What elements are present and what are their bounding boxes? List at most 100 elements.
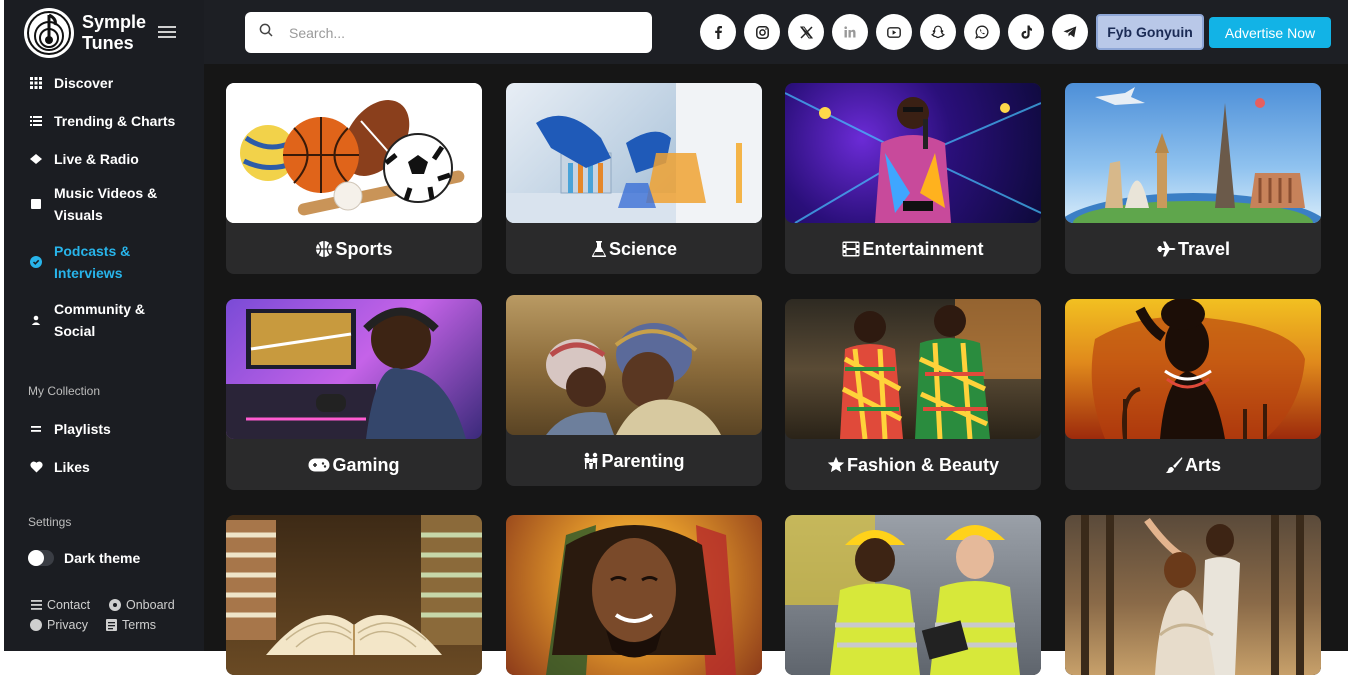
grid-icon bbox=[28, 75, 44, 91]
settings-title: Settings bbox=[28, 515, 72, 529]
brand-name-line1: Symple bbox=[82, 12, 147, 32]
privacy-link[interactable]: Privacy bbox=[30, 618, 88, 632]
brand-name-line2: Tunes bbox=[82, 33, 134, 53]
video-icon bbox=[28, 196, 44, 212]
star-icon bbox=[827, 456, 845, 474]
list-icon bbox=[28, 113, 44, 129]
category-card-entertainment[interactable]: Entertainment bbox=[785, 83, 1041, 274]
category-label: Parenting bbox=[601, 450, 685, 471]
tiktok-icon[interactable] bbox=[1008, 14, 1044, 50]
category-image bbox=[1065, 299, 1321, 439]
logo-icon bbox=[24, 8, 74, 58]
category-card-parenting[interactable]: Parenting bbox=[506, 295, 762, 486]
nav-label: Likes bbox=[54, 459, 90, 475]
category-title: Fashion & Beauty bbox=[785, 446, 1041, 484]
onboard-label: Onboard bbox=[126, 598, 175, 612]
document-icon bbox=[105, 619, 117, 631]
category-image bbox=[785, 83, 1041, 223]
category-label: Gaming bbox=[332, 454, 400, 475]
user-button[interactable]: Fyb Gonyuin bbox=[1096, 14, 1204, 50]
main-nav: Discover Trending & Charts Live & Radio … bbox=[4, 66, 204, 342]
menu-toggle-icon[interactable] bbox=[158, 26, 176, 38]
category-label: Fashion & Beauty bbox=[846, 454, 1000, 475]
whatsapp-icon[interactable] bbox=[964, 14, 1000, 50]
nav-label: Discover bbox=[54, 75, 114, 91]
category-title: Sports bbox=[226, 230, 482, 268]
contact-label: Contact bbox=[47, 598, 91, 612]
category-card-science[interactable]: Science bbox=[506, 83, 762, 274]
nav-item-live-radio[interactable]: Live & Radio bbox=[4, 142, 204, 176]
linkedin-icon[interactable] bbox=[832, 14, 868, 50]
disc-icon bbox=[109, 599, 121, 611]
privacy-label: Privacy bbox=[47, 618, 88, 632]
nav-label: Trending & Charts bbox=[54, 113, 176, 129]
nav-item-podcasts[interactable]: Podcasts & Interviews bbox=[4, 240, 204, 284]
menu-lines-icon bbox=[30, 599, 42, 611]
youtube-icon[interactable] bbox=[876, 14, 912, 50]
category-title: Entertainment bbox=[785, 230, 1041, 268]
search-box bbox=[245, 12, 652, 53]
category-label: Arts bbox=[1184, 454, 1221, 475]
advertise-button[interactable]: Advertise Now bbox=[1209, 17, 1331, 48]
category-image bbox=[506, 83, 762, 223]
category-label: Sports bbox=[335, 238, 393, 259]
category-label: Travel bbox=[1177, 238, 1231, 259]
social-links bbox=[700, 14, 1096, 50]
category-image bbox=[506, 515, 762, 675]
category-title: Science bbox=[506, 230, 762, 268]
top-header: Fyb Gonyuin Advertise Now bbox=[204, 0, 1348, 64]
category-card-sports[interactable]: Sports bbox=[226, 83, 482, 274]
circle-icon bbox=[30, 619, 42, 631]
category-card-romance[interactable] bbox=[1065, 515, 1321, 675]
category-card-fashion-beauty[interactable]: Fashion & Beauty bbox=[785, 299, 1041, 490]
my-collection-title: My Collection bbox=[28, 384, 101, 398]
category-card-careers[interactable] bbox=[785, 515, 1041, 675]
terms-link[interactable]: Terms bbox=[105, 618, 156, 632]
category-image bbox=[1065, 515, 1321, 675]
category-title: Arts bbox=[1065, 446, 1321, 484]
instagram-icon[interactable] bbox=[744, 14, 780, 50]
category-card-travel[interactable]: Travel bbox=[1065, 83, 1321, 274]
nav-label: Podcasts & Interviews bbox=[54, 243, 131, 281]
contact-link[interactable]: Contact bbox=[30, 598, 90, 612]
search-input[interactable] bbox=[289, 24, 619, 41]
film-icon bbox=[842, 241, 860, 257]
dark-theme-row: Dark theme bbox=[28, 550, 140, 566]
heart-icon bbox=[28, 459, 44, 475]
category-title: Parenting bbox=[506, 442, 762, 480]
nav-item-music-videos[interactable]: Music Videos & Visuals bbox=[4, 182, 204, 226]
user-icon bbox=[28, 312, 44, 328]
nav-item-trending[interactable]: Trending & Charts bbox=[4, 104, 204, 138]
nav-item-discover[interactable]: Discover bbox=[4, 66, 204, 100]
family-icon bbox=[583, 452, 599, 470]
category-card-arts[interactable]: Arts bbox=[1065, 299, 1321, 490]
podcast-icon bbox=[28, 254, 44, 270]
category-image bbox=[785, 299, 1041, 439]
snapchat-icon[interactable] bbox=[920, 14, 956, 50]
category-card-gaming[interactable]: Gaming bbox=[226, 299, 482, 490]
search-icon bbox=[259, 23, 273, 42]
brush-icon bbox=[1165, 456, 1183, 474]
category-label: Science bbox=[608, 238, 678, 259]
nav-label: Live & Radio bbox=[54, 151, 139, 167]
dark-theme-toggle[interactable] bbox=[28, 550, 54, 566]
x-icon[interactable] bbox=[788, 14, 824, 50]
category-image bbox=[1065, 83, 1321, 223]
category-card-books[interactable] bbox=[226, 515, 482, 675]
app-shell: Symple Tunes Discover Trending & Charts bbox=[4, 0, 1348, 675]
onboard-link[interactable]: Onboard bbox=[109, 598, 175, 612]
category-card-music-legends[interactable] bbox=[506, 515, 762, 675]
category-image bbox=[506, 295, 762, 435]
playlist-icon bbox=[28, 421, 44, 437]
nav-item-likes[interactable]: Likes bbox=[4, 456, 90, 478]
gamepad-icon bbox=[308, 458, 330, 472]
category-image bbox=[785, 515, 1041, 675]
category-title: Travel bbox=[1065, 230, 1321, 268]
nav-item-playlists[interactable]: Playlists bbox=[4, 418, 111, 440]
brand[interactable]: Symple Tunes bbox=[24, 8, 152, 58]
facebook-icon[interactable] bbox=[700, 14, 736, 50]
brand-name: Symple Tunes bbox=[82, 12, 152, 54]
telegram-icon[interactable] bbox=[1052, 14, 1088, 50]
nav-label: Community & Social bbox=[54, 301, 145, 339]
nav-item-community[interactable]: Community & Social bbox=[4, 298, 204, 342]
